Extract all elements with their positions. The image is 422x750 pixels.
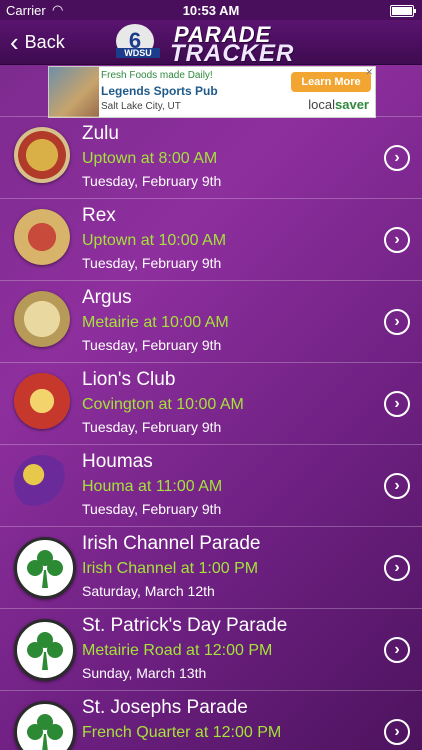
ad-brand: localsaver (308, 97, 369, 112)
parade-date: Tuesday, February 9th (82, 173, 222, 189)
status-bar: Carrier ◠ 10:53 AM (0, 0, 422, 20)
parade-name: Argus (82, 287, 132, 308)
parade-date: Tuesday, February 9th (82, 419, 222, 435)
parade-location-time: Irish Channel at 1:00 PM (82, 560, 259, 577)
parade-row[interactable]: Argus Metairie at 10:00 AM Tuesday, Februa… (0, 280, 422, 363)
parade-location-time: Metairie at 10:00 AM (82, 314, 229, 331)
chevron-right-icon[interactable]: › (384, 391, 410, 417)
parade-location-time: Covington at 10:00 AM (82, 396, 244, 413)
chevron-right-icon[interactable]: › (384, 637, 410, 663)
ad-line2: Legends Sports Pub (101, 84, 218, 98)
chevron-right-icon[interactable]: › (384, 473, 410, 499)
battery-icon (390, 5, 416, 17)
chevron-left-icon: ‹ (10, 27, 19, 57)
parade-row[interactable]: Lion's Club Covington at 10:00 AM Tuesday,… (0, 362, 422, 445)
parade-name: St. Patrick's Day Parade (82, 615, 288, 636)
parade-location-time: Metairie Road at 12:00 PM (82, 642, 273, 659)
shamrock-icon (14, 701, 76, 750)
ad-brand-post: saver (335, 97, 369, 112)
parade-row[interactable]: St. Patrick's Day Parade Metairie Road at… (0, 608, 422, 691)
parade-name: Zulu (82, 123, 119, 144)
parade-name: Rex (82, 205, 116, 226)
ad-close-icon[interactable]: ✕ (365, 67, 373, 78)
ad-line3: Salt Lake City, UT (101, 101, 181, 112)
parade-date: Sunday, March 13th (82, 665, 207, 681)
ad-learn-more-button[interactable]: Learn More (291, 72, 371, 92)
parade-location-time: Uptown at 10:00 AM (82, 232, 227, 249)
parade-row[interactable]: Houmas Houma at 11:00 AM Tuesday, February… (0, 444, 422, 527)
ad-banner[interactable]: Fresh Foods made Daily! Legends Sports P… (48, 66, 376, 118)
status-time: 10:53 AM (182, 3, 240, 18)
chevron-right-icon[interactable]: › (384, 227, 410, 253)
parade-location-time: French Quarter at 12:00 PM (82, 724, 282, 741)
parade-name: Irish Channel Parade (82, 533, 261, 554)
parade-name: St. Josephs Parade (82, 697, 248, 718)
drachma-emblem-icon (14, 373, 70, 429)
jester-hat-icon (14, 455, 70, 511)
parade-location-time: Uptown at 8:00 AM (82, 150, 218, 167)
back-label: Back (24, 31, 65, 52)
parade-date: Saturday, March 12th (82, 583, 215, 599)
shamrock-icon (14, 537, 76, 599)
parade-date: Tuesday, February 9th (82, 501, 222, 517)
parade-date: Tuesday, February 9th (82, 337, 222, 353)
parade-name: Lion's Club (82, 369, 176, 390)
rex-emblem-icon (14, 209, 70, 265)
back-button[interactable]: ‹ Back (10, 28, 65, 56)
chevron-right-icon[interactable]: › (384, 145, 410, 171)
ad-line1: Fresh Foods made Daily! (101, 70, 213, 81)
parade-row[interactable]: Irish Channel Parade Irish Channel at 1:0… (0, 526, 422, 609)
parade-location-time: Houma at 11:00 AM (82, 478, 223, 495)
shamrock-icon (14, 619, 76, 681)
parade-row[interactable]: Rex Uptown at 10:00 AM Tuesday, February 9… (0, 198, 422, 281)
chevron-right-icon[interactable]: › (384, 555, 410, 581)
zulu-emblem-icon (14, 127, 70, 183)
parade-list: Zulu Uptown at 8:00 AM Tuesday, February 9… (0, 116, 422, 750)
parade-row[interactable]: St. Josephs Parade French Quarter at 12:0… (0, 690, 422, 750)
chevron-right-icon[interactable]: › (384, 309, 410, 335)
chevron-right-icon[interactable]: › (384, 719, 410, 745)
ad-brand-pre: local (308, 97, 336, 112)
parade-row[interactable]: Zulu Uptown at 8:00 AM Tuesday, February 9… (0, 116, 422, 199)
nav-bar: ‹ Back 6 WDSU PARADE TRACKER (0, 20, 422, 67)
ad-photo (49, 67, 99, 117)
parade-date: Tuesday, February 9th (82, 255, 222, 271)
logo-line2: TRACKER (170, 40, 295, 67)
logo-station: WDSU (116, 48, 160, 58)
parade-tracker-logo: 6 WDSU PARADE TRACKER (116, 22, 372, 67)
argus-emblem-icon (14, 291, 70, 347)
parade-name: Houmas (82, 451, 153, 472)
